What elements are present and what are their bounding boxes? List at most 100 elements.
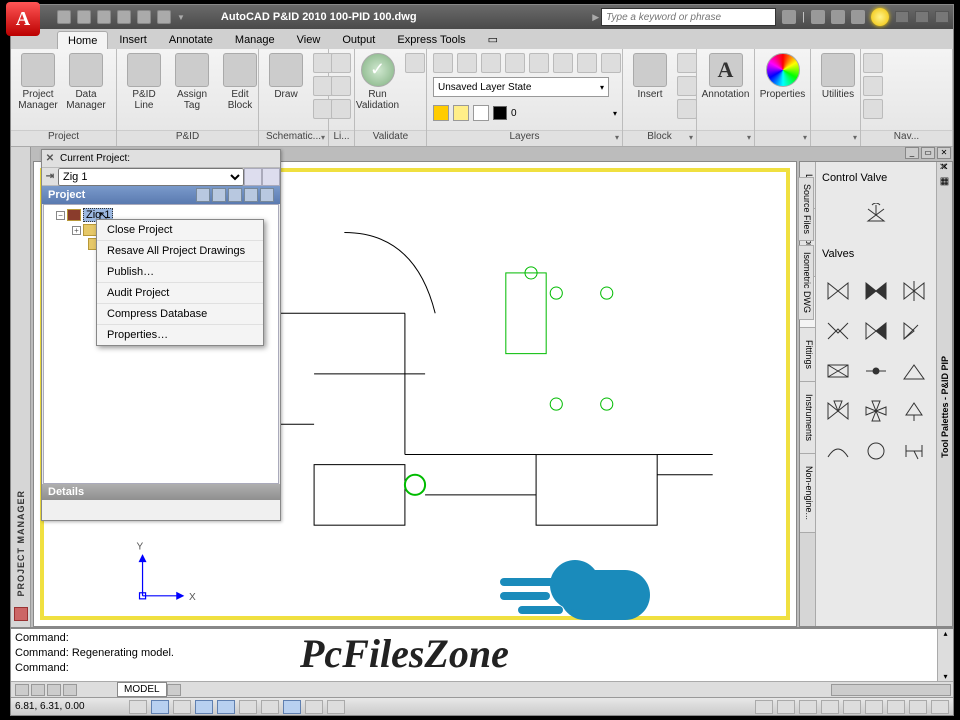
command-text[interactable]: Command: Command: Regenerating model. Co… xyxy=(11,629,937,681)
tab-express-tools[interactable]: Express Tools xyxy=(386,30,476,49)
toolpal-title-strip[interactable]: ✕ ▦ Tool Palettes - P&ID PIP xyxy=(936,162,952,626)
ctx-close-project[interactable]: Close Project xyxy=(97,220,263,241)
pm-sicon2[interactable] xyxy=(212,188,226,202)
valve-4way-icon[interactable] xyxy=(860,394,892,428)
pm-sicon1[interactable] xyxy=(196,188,210,202)
run-validation-button[interactable]: ✓ Run Validation xyxy=(357,53,399,111)
window-minimize-button[interactable] xyxy=(895,11,909,23)
valve-ball-icon[interactable] xyxy=(822,314,854,348)
valve-arc-icon[interactable] xyxy=(822,434,854,468)
command-scrollbar[interactable]: ▴▾ xyxy=(937,629,953,681)
qat-new-icon[interactable] xyxy=(57,10,71,24)
panel-title-utilities[interactable]: ▾ xyxy=(811,130,860,146)
status-otrack-button[interactable] xyxy=(239,700,257,714)
sidetab-source-files[interactable]: Source Files xyxy=(798,177,814,241)
valve-diaphragm-icon[interactable] xyxy=(898,354,930,388)
layer-lock-icon[interactable] xyxy=(473,105,489,121)
valve-globe-icon[interactable] xyxy=(860,274,892,308)
project-manager-button[interactable]: Project Manager xyxy=(17,53,59,111)
pm-close-icon[interactable]: ✕ xyxy=(42,153,58,164)
search-input[interactable] xyxy=(601,8,776,26)
horizontal-scrollbar[interactable] xyxy=(831,684,951,696)
qat-open-icon[interactable] xyxy=(77,10,91,24)
pm-sicon5[interactable] xyxy=(260,188,274,202)
block-small3[interactable] xyxy=(677,99,697,119)
status-ws-button[interactable] xyxy=(843,700,861,714)
properties-button[interactable]: Properties xyxy=(761,53,804,100)
li-btn3[interactable] xyxy=(331,99,351,119)
ctx-compress-db[interactable]: Compress Database xyxy=(97,304,263,325)
status-qp-button[interactable] xyxy=(327,700,345,714)
valve-check-icon[interactable] xyxy=(898,274,930,308)
toolpal-tab-nonengine[interactable]: Non-engine... xyxy=(800,454,815,533)
window-restore-button[interactable] xyxy=(915,11,929,23)
ctx-resave-all[interactable]: Resave All Project Drawings xyxy=(97,241,263,262)
layer-btn-a8[interactable] xyxy=(601,53,621,73)
layout-nav-prev[interactable] xyxy=(31,684,45,696)
block-small2[interactable] xyxy=(677,76,697,96)
layout-nav-last[interactable] xyxy=(63,684,77,696)
toolpal-close-icon[interactable]: ✕ xyxy=(936,162,950,176)
status-snap-button[interactable] xyxy=(129,700,147,714)
status-lock-button[interactable] xyxy=(887,700,905,714)
pm-toolbar-icon1[interactable] xyxy=(244,168,262,186)
layer-btn-a7[interactable] xyxy=(577,53,597,73)
panel-title-block[interactable]: Block▾ xyxy=(623,130,696,146)
nav-btn3[interactable] xyxy=(863,99,883,119)
status-qview-button[interactable] xyxy=(777,700,795,714)
valve-misc-icon[interactable] xyxy=(898,434,930,468)
draw-button[interactable]: Draw xyxy=(265,53,307,100)
mdi-minimize-button[interactable]: _ xyxy=(905,147,919,159)
nav-btn1[interactable] xyxy=(863,53,883,73)
valve-angle-icon[interactable] xyxy=(898,314,930,348)
window-close-button[interactable] xyxy=(935,11,949,23)
pm-sicon3[interactable] xyxy=(228,188,242,202)
panel-title-schematic[interactable]: Schematic...▾ xyxy=(259,130,328,146)
mdi-close-button[interactable]: ✕ xyxy=(937,147,951,159)
layer-btn-a2[interactable] xyxy=(457,53,477,73)
pm-sicon4[interactable] xyxy=(244,188,258,202)
nav-btn2[interactable] xyxy=(863,76,883,96)
status-hardware-button[interactable] xyxy=(909,700,927,714)
qat-redo-icon[interactable] xyxy=(137,10,151,24)
validate-small-icon[interactable] xyxy=(405,53,425,73)
panel-title-layers[interactable]: Layers▾ xyxy=(427,130,622,146)
layer-btn-a4[interactable] xyxy=(505,53,525,73)
toolpal-tab-instruments[interactable]: Instruments xyxy=(800,382,815,454)
toolpal-strip-menu-icon[interactable]: ▦ xyxy=(940,176,949,187)
layer-btn-a3[interactable] xyxy=(481,53,501,73)
layer-btn-a1[interactable] xyxy=(433,53,453,73)
status-annoscale-button[interactable] xyxy=(799,700,817,714)
valve-gate-icon[interactable] xyxy=(822,274,854,308)
command-line-area[interactable]: Command: Command: Regenerating model. Co… xyxy=(11,627,953,681)
pm-pin-icon[interactable]: ⇥ xyxy=(42,171,58,182)
qat-save-icon[interactable] xyxy=(97,10,111,24)
qat-undo-icon[interactable] xyxy=(117,10,131,24)
pm-toolbar-icon2[interactable] xyxy=(262,168,280,186)
data-manager-button[interactable]: Data Manager xyxy=(65,53,107,111)
status-cleanscreen-button[interactable] xyxy=(931,700,949,714)
tab-view[interactable]: View xyxy=(286,30,332,49)
tab-home[interactable]: Home xyxy=(57,31,108,49)
ctx-publish[interactable]: Publish… xyxy=(97,262,263,283)
valve-relief-icon[interactable] xyxy=(898,394,930,428)
li-btn1[interactable] xyxy=(331,53,351,73)
project-manager-strip[interactable]: PROJECT MANAGER xyxy=(11,147,31,627)
infocenter-comm-icon[interactable] xyxy=(831,10,845,24)
layer-lightbulb-icon[interactable] xyxy=(433,105,449,121)
mdi-restore-button[interactable]: ▭ xyxy=(921,147,935,159)
pm-tree[interactable]: − Zig 1 ↖ + Close Project Resave All Pro… xyxy=(43,204,279,484)
valve-plug-icon[interactable] xyxy=(860,354,892,388)
tab-overflow-icon[interactable]: ▭ xyxy=(477,29,509,49)
valve-control-icon[interactable] xyxy=(860,198,892,232)
layer-btn-a5[interactable] xyxy=(529,53,549,73)
status-annovis-button[interactable] xyxy=(821,700,839,714)
status-ducs-button[interactable] xyxy=(261,700,279,714)
ctx-properties[interactable]: Properties… xyxy=(97,325,263,345)
edit-block-button[interactable]: Edit Block xyxy=(219,53,261,111)
valve-needle-icon[interactable] xyxy=(860,314,892,348)
layout-nav-first[interactable] xyxy=(15,684,29,696)
panel-title-properties[interactable]: ▾ xyxy=(755,130,810,146)
sidetab-isometric-dwg[interactable]: Isometric DWG xyxy=(798,245,814,320)
model-tab[interactable]: MODEL xyxy=(117,682,167,697)
